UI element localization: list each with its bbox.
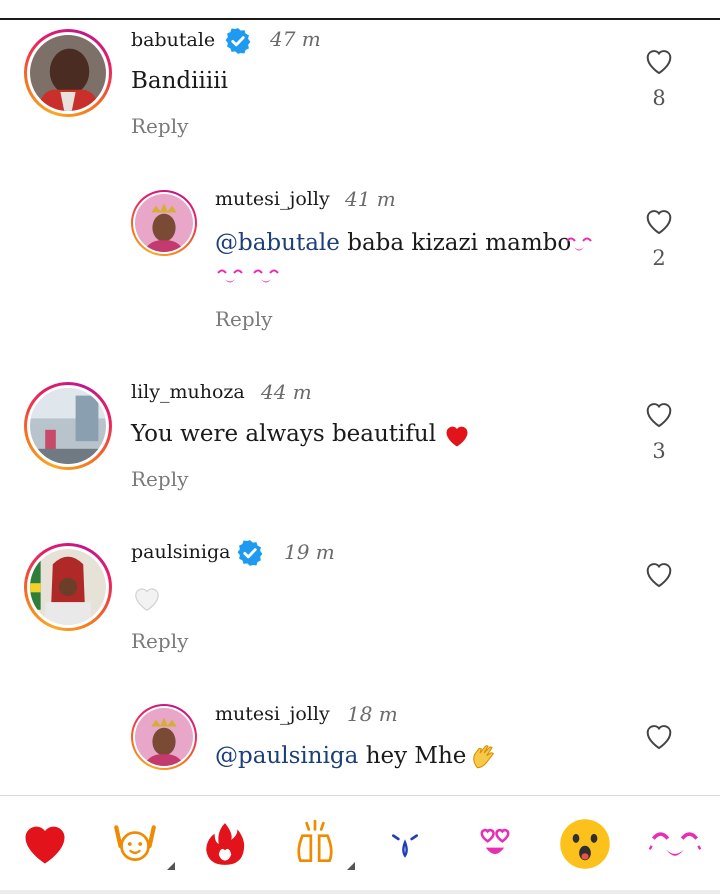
kissing-closed-eyes-face-emoji-button[interactable]	[645, 814, 705, 874]
comment-text: @babutale baba kizazi mambo	[215, 230, 571, 256]
verified-badge-icon	[225, 28, 251, 54]
comment-time: 41 m	[345, 187, 396, 211]
emoji-quick-reaction-bar	[0, 795, 720, 891]
like-count: 3	[652, 439, 666, 463]
avatar[interactable]	[24, 29, 112, 117]
avatar-image	[135, 708, 193, 766]
comment-text: @paulsiniga hey Mhe	[215, 743, 466, 769]
kissing-face-icon	[253, 269, 279, 283]
verified-badge-icon	[237, 540, 263, 566]
top-divider	[0, 18, 720, 20]
comment-username[interactable]: paulsiniga	[131, 541, 230, 563]
reply-button[interactable]: Reply	[131, 629, 188, 653]
fire-icon	[206, 822, 245, 865]
mention-link[interactable]: @paulsiniga	[215, 743, 358, 769]
comment-text-body: hey Mhe	[365, 743, 467, 769]
comment-username[interactable]: mutesi_jolly	[215, 188, 330, 210]
raising-hands-emoji-button[interactable]	[105, 814, 175, 874]
like-count: 2	[652, 246, 666, 270]
bottom-divider	[0, 890, 720, 894]
crying-face-icon	[392, 833, 418, 858]
avatar[interactable]	[24, 382, 112, 470]
waving-hand-icon	[473, 745, 495, 769]
mention-link[interactable]: @babutale	[215, 230, 340, 256]
avatar-image	[30, 35, 106, 111]
comment-time: 18 m	[347, 702, 398, 726]
kissing-face-icon	[566, 237, 592, 251]
comment-username[interactable]: lily_muhoza	[131, 381, 245, 403]
reply-button[interactable]: Reply	[131, 114, 188, 138]
clapping-hands-emoji-button[interactable]	[285, 814, 355, 874]
comment-time: 47 m	[270, 27, 321, 51]
more-variants-indicator	[347, 861, 355, 870]
red-heart-icon	[446, 426, 468, 447]
more-variants-indicator	[167, 861, 175, 870]
crying-face-emoji-button[interactable]	[375, 814, 435, 874]
comment-text-body: baba kizazi mambo	[347, 230, 572, 256]
avatar-image	[30, 388, 106, 464]
comment-text: Bandiiiii	[131, 68, 228, 94]
clapping-hands-icon	[297, 819, 333, 862]
heart-eyes-face-emoji-button[interactable]	[465, 814, 525, 874]
surprised-face-icon	[560, 818, 610, 869]
kissing-face-icon	[217, 269, 243, 283]
avatar-image	[135, 194, 193, 252]
reply-button[interactable]: Reply	[215, 307, 272, 331]
surprised-face-emoji-button[interactable]	[555, 814, 615, 874]
reply-button[interactable]: Reply	[131, 467, 188, 491]
like-heart-icon[interactable]	[641, 204, 677, 238]
red-heart-emoji-button[interactable]	[15, 814, 75, 874]
red-heart-icon	[25, 826, 65, 863]
white-heart-icon	[135, 588, 159, 611]
avatar[interactable]	[131, 704, 197, 770]
avatar[interactable]	[131, 190, 197, 256]
like-heart-icon[interactable]	[641, 557, 677, 591]
like-heart-icon[interactable]	[641, 44, 677, 78]
comment-username[interactable]: babutale	[131, 29, 215, 51]
like-heart-icon[interactable]	[641, 397, 677, 431]
avatar[interactable]	[24, 543, 112, 631]
comment-time: 19 m	[284, 540, 335, 564]
raising-hands-icon	[114, 824, 156, 861]
avatar-image	[30, 549, 106, 625]
comment-username[interactable]: mutesi_jolly	[215, 703, 330, 725]
comment-text: You were always beautiful	[131, 421, 437, 447]
like-count: 8	[652, 86, 666, 110]
kissing-closed-eyes-face-icon	[648, 831, 702, 856]
heart-eyes-face-icon	[480, 828, 510, 854]
fire-emoji-button[interactable]	[195, 814, 255, 874]
comment-time: 44 m	[261, 380, 312, 404]
like-heart-icon[interactable]	[641, 719, 677, 753]
